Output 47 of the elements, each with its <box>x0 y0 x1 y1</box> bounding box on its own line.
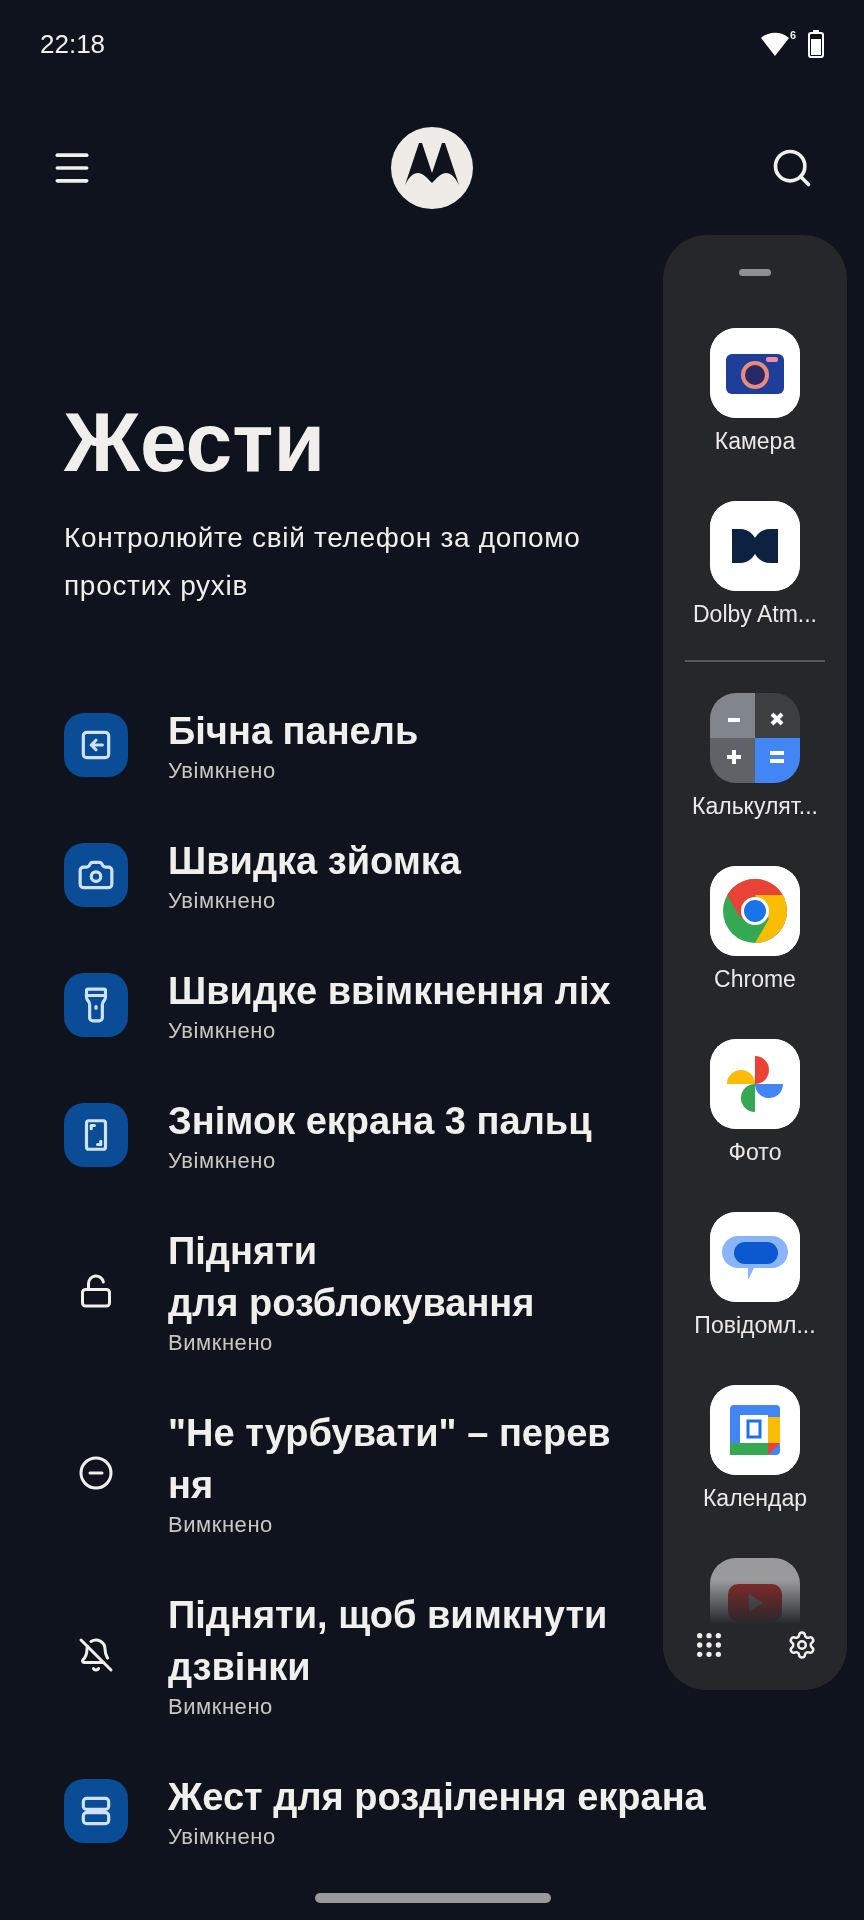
battery-icon <box>808 30 824 58</box>
gesture-status: Увімкнено <box>168 1017 277 1045</box>
camera-icon <box>64 843 128 907</box>
wifi-icon <box>760 32 789 56</box>
phone-screenshot-icon <box>64 1103 128 1167</box>
chat-bubble-app-icon[interactable] <box>710 1212 800 1302</box>
page-subtitle: Контролюйте свій телефон за допомо простих рухів <box>64 521 581 603</box>
camera-app-icon[interactable] <box>710 328 800 418</box>
app-label: Калькулят... <box>692 792 818 821</box>
gesture-title[interactable]: Знімок екрана 3 пальц <box>168 1095 592 1147</box>
settings-icon[interactable] <box>787 1630 817 1660</box>
logo-icon <box>391 127 473 209</box>
pinwheel-app-icon[interactable] <box>710 1039 800 1129</box>
minus-circle-icon <box>78 1455 114 1491</box>
gesture-status: Увімкнено <box>168 1147 277 1175</box>
app-label: Фото <box>728 1138 782 1167</box>
gesture-title[interactable]: Жест для розділення екрана <box>168 1771 706 1823</box>
gesture-title[interactable]: Підняти, щоб вимкнути дзвінки <box>168 1589 608 1693</box>
gesture-title[interactable]: Швидка зйомка <box>168 835 461 887</box>
calculator-app-icon[interactable] <box>710 693 800 783</box>
flashlight-icon <box>64 973 128 1037</box>
side-panel-icon <box>64 713 128 777</box>
clock: 22:18 <box>40 27 106 61</box>
gesture-status: Увімкнено <box>168 1823 277 1851</box>
panel-handle[interactable] <box>739 269 771 276</box>
gesture-status: Увімкнено <box>168 757 277 785</box>
page-title: Жести <box>64 394 326 491</box>
wifi-badge-label: 6 <box>789 30 796 41</box>
app-label: Chrome <box>714 965 796 994</box>
gesture-status: Увімкнено <box>168 887 277 915</box>
calendar-app-icon[interactable] <box>710 1385 800 1475</box>
app-label: Dolby Atm... <box>693 600 817 629</box>
gesture-status: Вимкнено <box>168 1693 274 1721</box>
bell-off-icon <box>78 1637 114 1673</box>
gesture-status: Вимкнено <box>168 1511 274 1539</box>
chrome-app-icon[interactable] <box>710 866 800 956</box>
app-label: Календар <box>702 1484 808 1513</box>
app-label: Повідомл... <box>694 1311 816 1340</box>
split-screen-icon <box>64 1779 128 1843</box>
gesture-title[interactable]: Підняти для розблокування <box>168 1225 535 1329</box>
app-label: Камера <box>714 427 796 456</box>
gesture-title[interactable]: Бічна панель <box>168 705 419 757</box>
gesture-title[interactable]: "Не турбувати" – перев ня <box>168 1407 611 1511</box>
dolby-app-icon[interactable] <box>710 501 800 591</box>
gesture-title[interactable]: Швидке ввімкнення ліх <box>168 965 611 1017</box>
unlocked-padlock-icon <box>78 1273 114 1309</box>
gesture-status: Вимкнено <box>168 1329 274 1357</box>
